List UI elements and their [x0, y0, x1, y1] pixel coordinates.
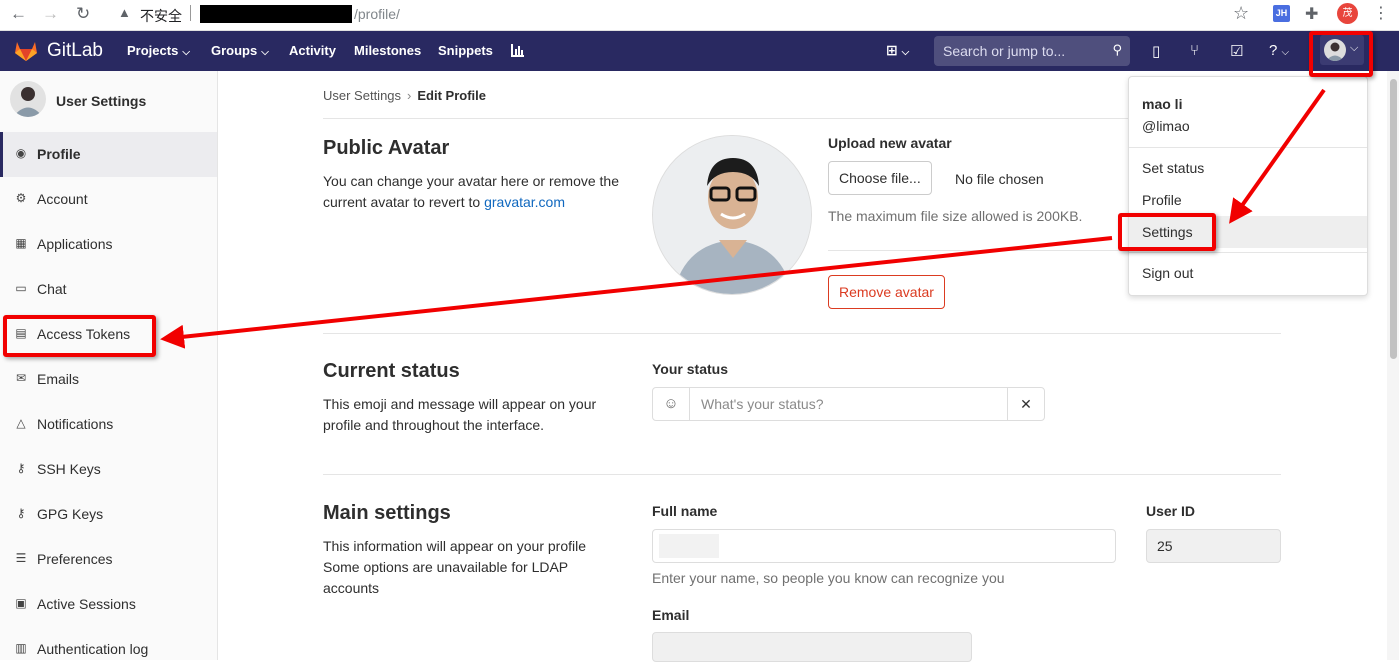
arrow-to-access-tokens [160, 236, 1113, 349]
annotation-arrows [160, 88, 1326, 349]
arrow-to-settings [1229, 88, 1326, 224]
